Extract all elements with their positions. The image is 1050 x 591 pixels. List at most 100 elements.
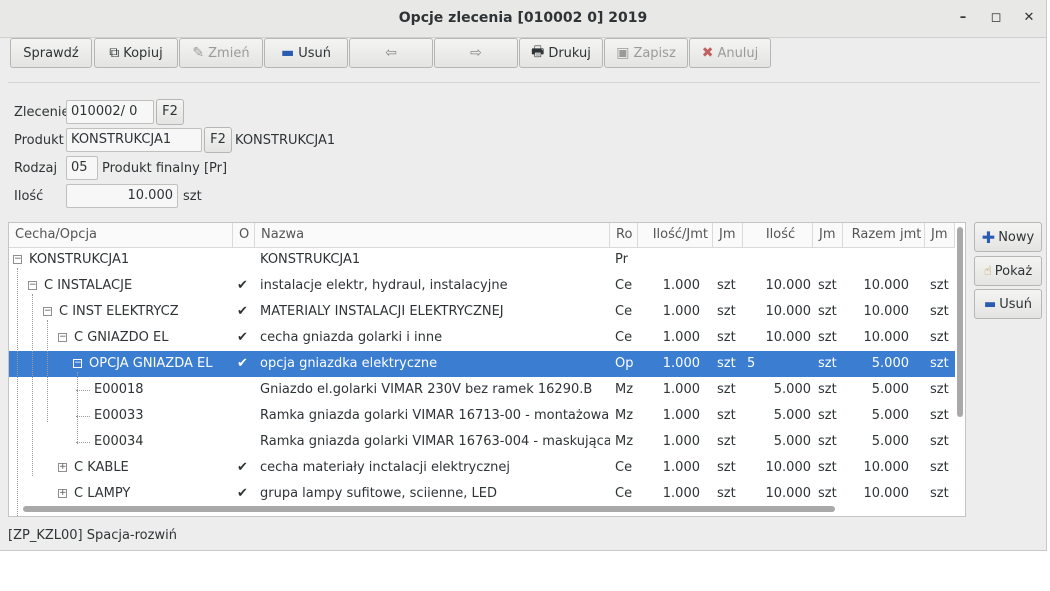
table-row[interactable]: + C LAMPY ✔ grupa lampy sufitowe, sciienne,… [9,481,955,507]
cell-name: KONSTRUKCJA1 [29,252,130,267]
cell-nazwa: Gniazdo el.golarki VIMAR 230V bez ramek … [260,382,593,397]
cell-jm3: szt [930,356,949,371]
table-row[interactable]: − OPCJA GNIAZDA EL ✔ opcja gniazdka elektry… [9,351,955,377]
type-label: Rodzaj [14,161,58,176]
show-button[interactable]: ☝ Pokaż [974,256,1042,286]
previous-button[interactable]: ⇦ [349,38,433,68]
cell-jm1: szt [717,356,736,371]
cell-jm1 [717,247,745,273]
cell-raz: 5.000 [871,434,909,449]
order-form: Zlecenie 010002/ 0 F2 Produkt KONSTRUKCJ… [8,82,1040,215]
column-header-ro[interactable]: Ro [610,223,638,247]
cell-jm1: szt [717,304,736,319]
order-f2-button[interactable]: F2 [156,99,184,125]
table-row[interactable]: − C INST ELEKTRYCZ ✔ MATERIALY INSTALACJI E… [9,299,955,325]
column-header-qty[interactable]: Ilość [743,223,813,247]
print-label: Drukuj [548,45,591,61]
order-field[interactable]: 010002/ 0 [66,100,154,124]
check-button[interactable]: Sprawdź [10,38,92,68]
delete-button[interactable]: ▬ Usuń [264,38,348,68]
cell-ilj: 1.000 [662,486,700,501]
table-row[interactable]: − C INSTALACJE ✔ instalacje elektr, hydraul… [9,273,955,299]
cancel-label: Anuluj [717,45,759,61]
cell-ilj: 1.000 [662,304,700,319]
cell-jm2: szt [818,408,837,423]
next-button[interactable]: ⇨ [434,38,518,68]
table-row[interactable]: E00033 Ramka gniazda golarki VIMAR 16713-… [9,403,955,429]
tree-guide-line [32,294,33,476]
horizontal-scrollbar[interactable] [23,506,835,512]
cell-nazwa: KONSTRUKCJA1 [260,252,361,267]
product-label: Produkt [14,133,64,148]
cell-name: OPCJA GNIAZDA EL [89,356,213,371]
cell-il: 10.000 [765,460,812,475]
side-delete-button[interactable]: ▬ Usuń [974,289,1042,319]
type-description: Produkt finalny [Pr] [102,161,228,176]
collapse-icon[interactable]: − [58,333,67,342]
save-button[interactable]: ▣ Zapisz [604,38,688,68]
title-bar: Opcje zlecenia [010002 0] 2019 – ◻ ✕ [0,0,1046,38]
table-row[interactable]: − C GNIAZDO EL ✔ cecha gniazda golarki i in… [9,325,955,351]
collapse-icon[interactable]: − [28,281,37,290]
cell-jm2: szt [818,486,837,501]
vertical-scrollbar[interactable] [957,227,963,417]
cell-jm3: szt [930,304,949,319]
column-header-total-units[interactable]: Razem jmt [843,223,925,247]
column-header-name[interactable]: Nazwa [255,223,610,247]
plus-icon: ✚ [981,227,996,247]
column-header-qty-per-unit[interactable]: Ilość/Jmt [638,223,713,247]
cell-nazwa: grupa lampy sufitowe, sciienne, LED [260,486,498,501]
table-row[interactable]: E00018 Gniazdo el.golarki VIMAR 230V bez … [9,377,955,403]
table-row[interactable]: − KONSTRUKCJA1 KONSTRUKCJA1 Pr [9,247,955,273]
cell-jm1: szt [717,382,736,397]
cancel-x-icon: ✖ [701,45,714,61]
cell-ilj: 1.000 [662,356,700,371]
quantity-label: Ilość [14,189,44,204]
cell-name: E00033 [94,408,144,423]
column-header-feature[interactable]: Cecha/Opcja [9,223,233,247]
close-icon[interactable]: ✕ [1018,7,1040,29]
minus-icon: ▬ [280,45,295,61]
cell-il: 5.000 [773,408,811,423]
type-field[interactable]: 05 [66,156,98,180]
collapse-icon[interactable]: − [73,359,82,368]
column-header-o[interactable]: O [233,223,255,247]
cell-o [237,377,255,403]
cell-jm1: szt [717,408,736,423]
table-header: Cecha/Opcja O Nazwa Ro Ilość/Jmt Jm Iloś… [9,223,955,248]
maximize-icon[interactable]: ◻ [985,7,1007,29]
show-label: Pokaż [994,263,1033,279]
cell-ilj: 1.000 [662,434,700,449]
copy-button[interactable]: ⧉ Kopiuj [94,38,178,68]
product-f2-button[interactable]: F2 [204,127,232,153]
column-header-jm-2[interactable]: Jm [813,223,843,247]
product-field[interactable]: KONSTRUKCJA1 [66,128,202,152]
options-tree-table[interactable]: Cecha/Opcja O Nazwa Ro Ilość/Jmt Jm Iloś… [8,222,966,517]
expand-icon[interactable]: + [58,489,67,498]
cell-o: ✔ [237,278,248,293]
column-header-jm-1[interactable]: Jm [713,223,743,247]
cell-name: E00018 [94,382,144,397]
table-row[interactable]: E00034 Ramka gniazda golarki VIMAR 16763-… [9,429,955,455]
cancel-button[interactable]: ✖ Anuluj [689,38,771,68]
cell-nazwa: opcja gniazdka elektryczne [260,356,438,371]
new-button[interactable]: ✚ Nowy [974,222,1042,252]
collapse-icon[interactable]: − [13,255,22,264]
print-button[interactable]: 🖶 Drukuj [519,38,603,68]
collapse-icon[interactable]: − [43,307,52,316]
change-button[interactable]: ✎ Zmień [179,38,263,68]
table-row[interactable]: + C KABLE ✔ cecha materiały inctalacji elek… [9,455,955,481]
cell-jm1: szt [717,330,736,345]
expand-icon[interactable]: + [58,463,67,472]
cell-jm2: szt [818,278,837,293]
cell-raz: 10.000 [863,486,910,501]
tree-guide-line [47,320,48,422]
cell-ilj: 1.000 [662,382,700,397]
cell-jm1: szt [717,278,736,293]
minimize-icon[interactable]: – [952,7,974,29]
cell-raz: 5.000 [871,408,909,423]
cell-ilj: 1.000 [662,278,700,293]
side-delete-label: Usuń [999,296,1033,312]
column-header-jm-3[interactable]: Jm [925,223,955,247]
quantity-field[interactable]: 10.000 [66,184,178,208]
